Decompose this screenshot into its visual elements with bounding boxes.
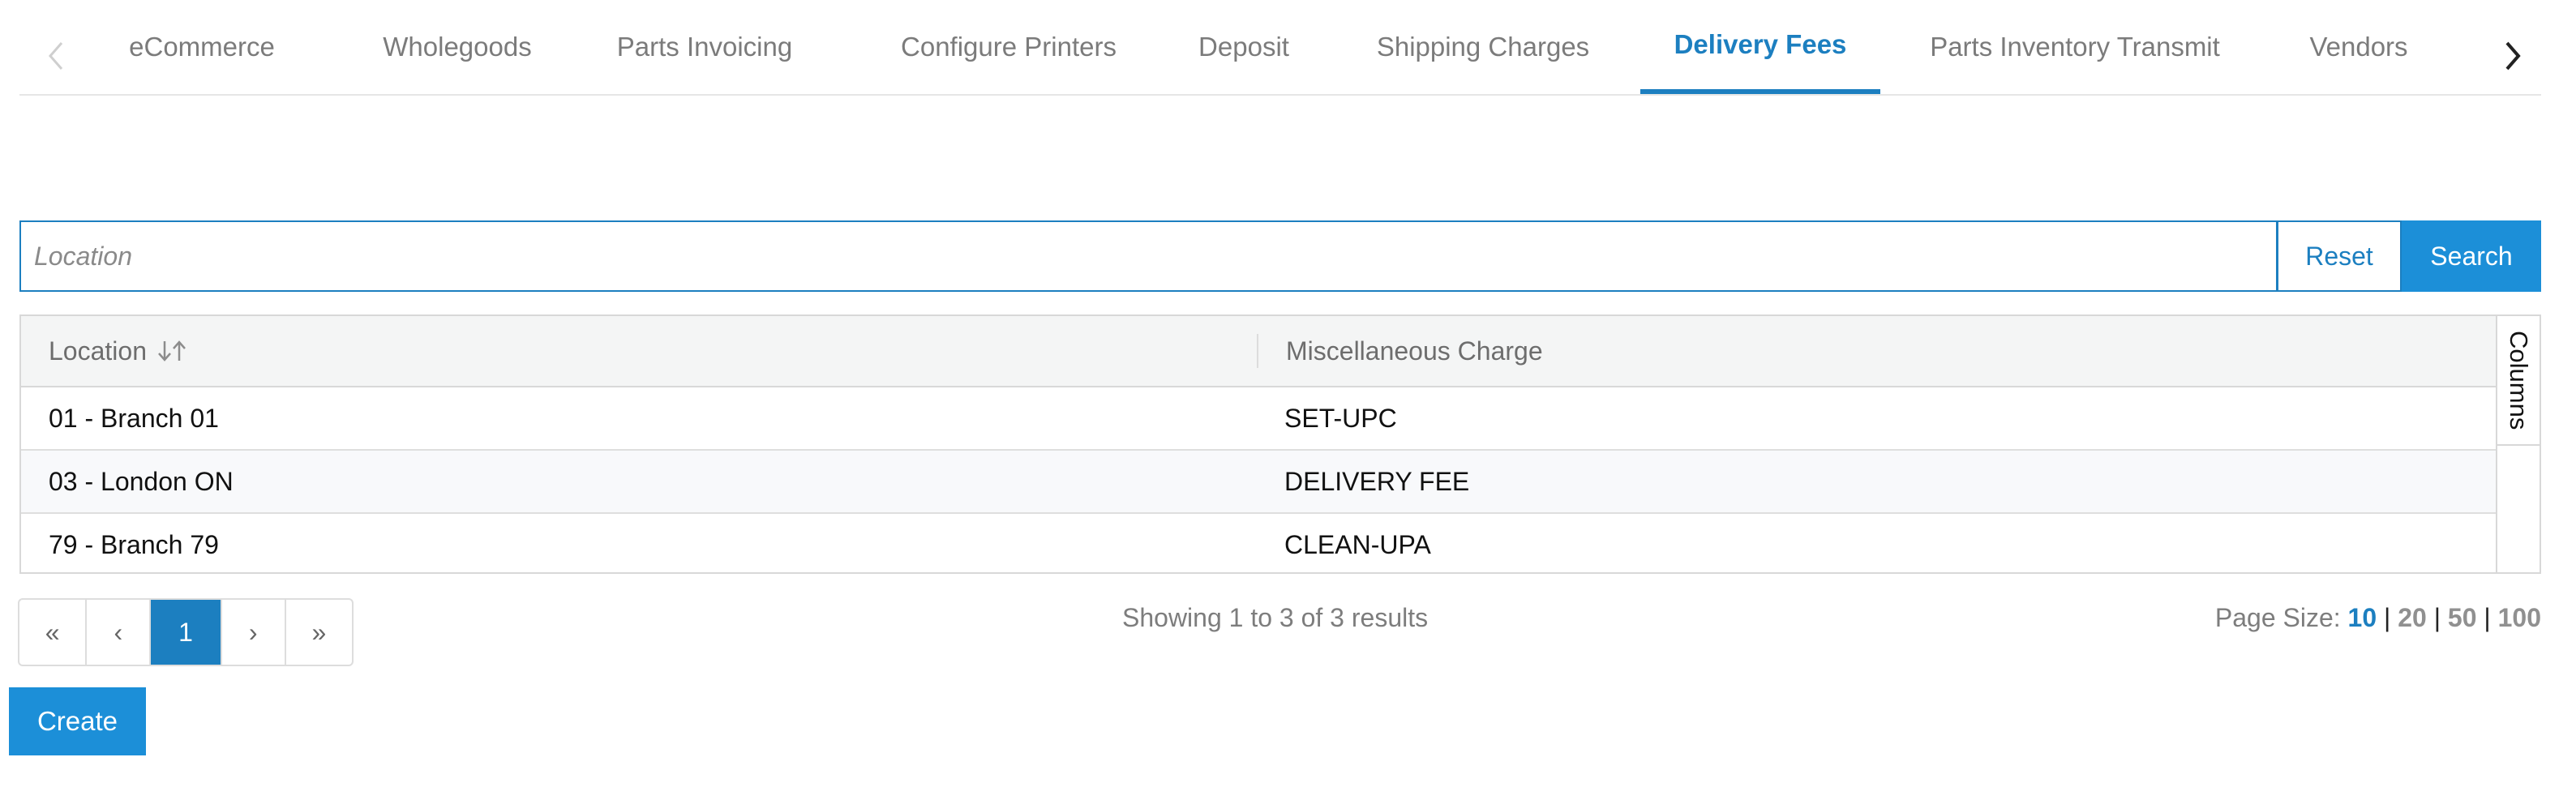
previous-page-button[interactable]: ‹ [87, 600, 152, 665]
page-1-button[interactable]: 1 [151, 600, 222, 665]
reset-button[interactable]: Reset [2277, 220, 2402, 292]
page-size-separator: | [2426, 602, 2448, 632]
last-page-button[interactable]: » [286, 600, 352, 665]
page-size-label: Page Size: [2214, 602, 2348, 632]
column-header-label: Location [49, 336, 147, 366]
tab-vendors[interactable]: Vendors [2282, 0, 2436, 94]
table-row[interactable]: 03 - London ON DELIVERY FEE [21, 451, 2496, 514]
tab-wholegoods[interactable]: Wholegoods [340, 0, 575, 94]
columns-toggle-label: Columns [2505, 330, 2533, 430]
table-row[interactable]: 79 - Branch 79 CLEAN-UPA [21, 514, 2496, 577]
page-size-separator: | [2377, 602, 2398, 632]
location-search-input[interactable] [19, 220, 2278, 292]
tab-scroll-right-button[interactable] [2484, 28, 2541, 84]
columns-toggle-button[interactable]: Columns [2497, 316, 2540, 446]
cell-location: 01 - Branch 01 [49, 403, 219, 433]
table-row[interactable]: 01 - Branch 01 SET-UPC [21, 387, 2496, 451]
tab-deposit[interactable]: Deposit [1163, 0, 1325, 94]
cell-miscellaneous-charge: SET-UPC [1284, 403, 1397, 433]
tab-delivery-fees[interactable]: Delivery Fees [1640, 0, 1880, 94]
column-header-label: Miscellaneous Charge [1286, 336, 1543, 366]
table-header: Location Miscellaneous Charge [21, 316, 2496, 387]
delivery-fees-table: Location Miscellaneous Charge 01 - Branc… [19, 314, 2541, 574]
sort-arrows-icon[interactable] [156, 339, 189, 363]
column-header-location[interactable]: Location [21, 316, 1257, 386]
cell-location: 79 - Branch 79 [49, 529, 219, 559]
results-summary: Showing 1 to 3 of 3 results [1122, 602, 1429, 632]
create-button[interactable]: Create [9, 687, 146, 755]
tab-parts-invoicing[interactable]: Parts Invoicing [579, 0, 830, 94]
first-page-button[interactable]: « [19, 600, 88, 665]
columns-side-panel: Columns [2496, 316, 2540, 572]
page-size-option-50[interactable]: 50 [2448, 603, 2477, 633]
page-size-option-20[interactable]: 20 [2398, 603, 2427, 633]
chevron-right-icon [2505, 41, 2521, 71]
search-button[interactable]: Search [2402, 220, 2541, 292]
page-size-option-10[interactable]: 10 [2348, 603, 2377, 633]
tab-configure-printers[interactable]: Configure Printers [871, 0, 1147, 94]
tab-parts-inventory-transmit[interactable]: Parts Inventory Transmit [1905, 0, 2245, 94]
tab-bar: eCommerce Wholegoods Parts Invoicing Con… [19, 0, 2541, 96]
tab-ecommerce[interactable]: eCommerce [109, 0, 295, 94]
chevron-left-icon [49, 42, 63, 70]
tab-shipping-charges[interactable]: Shipping Charges [1349, 0, 1617, 94]
cell-location: 03 - London ON [49, 466, 234, 496]
pagination: « ‹ 1 › » [18, 598, 354, 666]
cell-miscellaneous-charge: DELIVERY FEE [1284, 466, 1470, 496]
next-page-button[interactable]: › [222, 600, 286, 665]
page-size-separator: | [2476, 602, 2498, 632]
page-size-option-100[interactable]: 100 [2498, 603, 2541, 633]
page-size-selector: Page Size: 10 | 20 | 50 | 100 [2215, 600, 2541, 635]
tab-scroll-left-button[interactable] [28, 28, 84, 84]
column-header-miscellaneous-charge[interactable]: Miscellaneous Charge [1257, 334, 2496, 368]
cell-miscellaneous-charge: CLEAN-UPA [1284, 529, 1431, 559]
